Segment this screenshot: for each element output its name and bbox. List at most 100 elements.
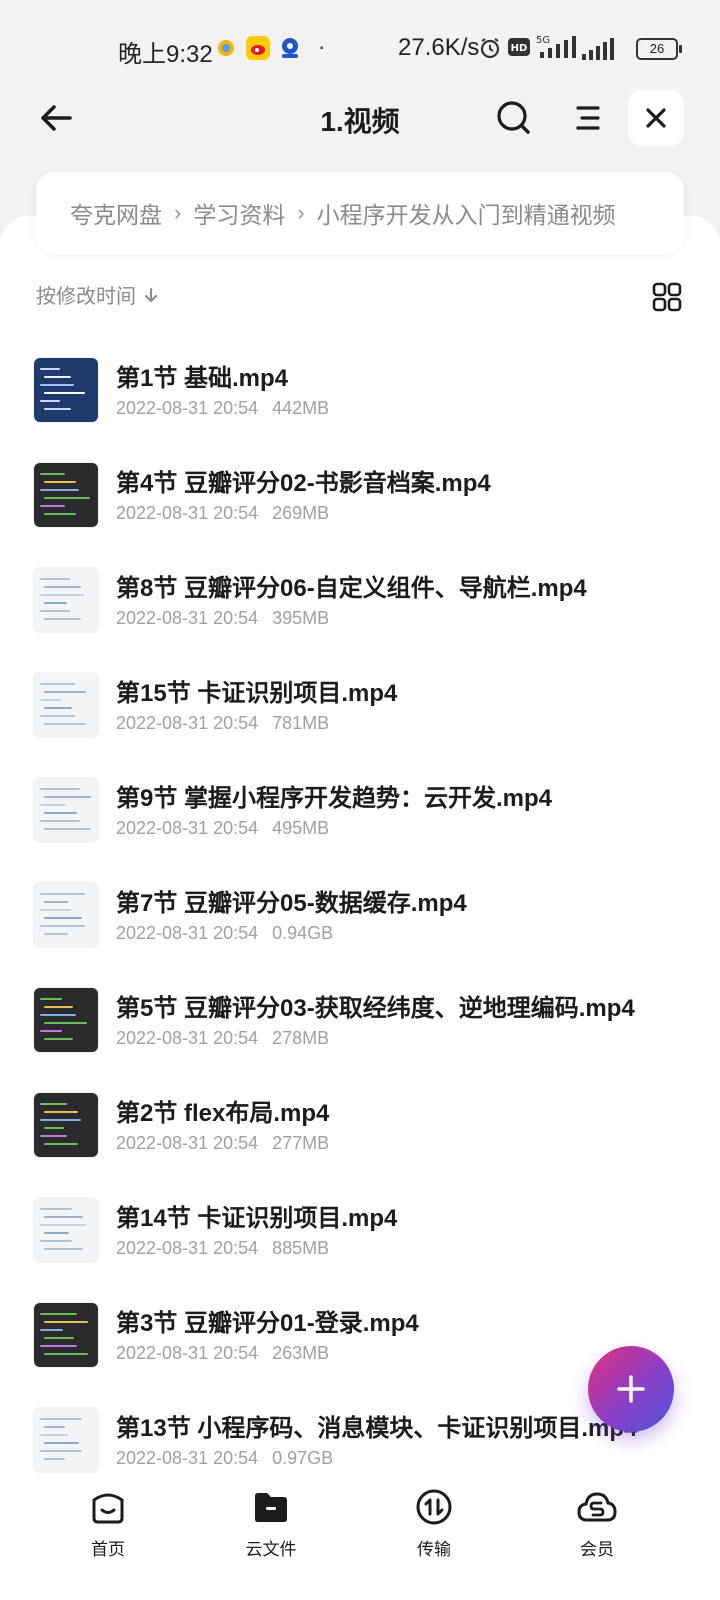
file-name: 第5节 豆瓣评分03-获取经纬度、逆地理编码.mp4: [116, 995, 635, 1022]
bottom-navigation: 首页 云文件 传输 会员: [0, 1478, 720, 1600]
file-date: 2022-08-31 20:54: [116, 713, 259, 733]
nav-vip[interactable]: 会员: [547, 1488, 647, 1560]
file-size: 269MB: [272, 503, 330, 523]
nav-cloud-files[interactable]: 云文件: [221, 1488, 321, 1560]
thumbnail-line: [44, 691, 86, 693]
thumbnail-line: [44, 1216, 83, 1218]
sort-control[interactable]: 按修改时间: [36, 280, 160, 309]
file-size: 395MB: [272, 608, 330, 628]
file-list: 第1节 基础.mp4 2022-08-31 20:54 442MB 第4节 豆瓣评分0…: [0, 354, 720, 1509]
thumbnail-line: [40, 1450, 82, 1452]
police-app-icon: [278, 36, 302, 60]
thumbnail-line: [40, 384, 74, 386]
thumbnail-line: [44, 497, 90, 499]
thumbnail-line: [44, 376, 71, 378]
thumbnail-line: [44, 1127, 64, 1129]
menu-button[interactable]: [568, 98, 608, 138]
app-notification-icon: [214, 36, 238, 60]
thumbnail-line: [44, 917, 82, 919]
status-more-dot: ·: [318, 34, 326, 59]
file-date: 2022-08-31 20:54: [116, 923, 259, 943]
grid-view-button[interactable]: [652, 282, 682, 312]
thumbnail-line: [40, 820, 80, 822]
plus-icon: [617, 1375, 645, 1403]
file-date: 2022-08-31 20:54: [116, 503, 259, 523]
file-name: 第8节 豆瓣评分06-自定义组件、导航栏.mp4: [116, 575, 587, 602]
thumbnail-line: [44, 1232, 69, 1234]
thumbnail-line: [44, 602, 67, 604]
breadcrumb-item-study[interactable]: 学习资料: [193, 196, 285, 230]
video-thumbnail: [34, 1198, 98, 1262]
nav-transfer[interactable]: 传输: [384, 1488, 484, 1560]
thumbnail-line: [40, 1418, 82, 1420]
file-meta: 2022-08-31 20:54 495MB: [116, 818, 329, 839]
thumbnail-line: [44, 1022, 87, 1024]
file-size: 0.94GB: [272, 923, 334, 943]
thumbnail-line: [40, 1240, 72, 1242]
file-size: 442MB: [272, 398, 330, 418]
chevron-right-icon: ›: [297, 200, 305, 225]
search-button[interactable]: [492, 96, 536, 140]
thumbnail-line: [40, 1434, 68, 1436]
file-list-item[interactable]: 第1节 基础.mp4 2022-08-31 20:54 442MB: [0, 354, 720, 459]
nav-home[interactable]: 首页: [58, 1488, 158, 1560]
thumbnail-line: [44, 828, 91, 830]
home-face-icon: [92, 1493, 124, 1524]
thumbnail-line: [44, 1353, 88, 1355]
network-speed: 27.6K/s: [398, 34, 480, 61]
thumbnail-line: [44, 812, 77, 814]
thumbnail-line: [40, 699, 61, 701]
thumbnail-line: [40, 610, 70, 612]
breadcrumb-item-course[interactable]: 小程序开发从入门到精通视频: [317, 196, 616, 230]
thumbnail-line: [40, 715, 75, 717]
close-button[interactable]: [628, 90, 684, 146]
file-list-item[interactable]: 第14节 卡证识别项目.mp4 2022-08-31 20:54 885MB: [0, 1194, 720, 1299]
nav-vip-label: 会员: [580, 1540, 614, 1559]
file-list-item[interactable]: 第9节 掌握小程序开发趋势：云开发.mp4 2022-08-31 20:54 495…: [0, 774, 720, 879]
signal-5g-icon: 5G: [536, 34, 580, 65]
file-date: 2022-08-31 20:54: [116, 608, 259, 628]
thumbnail-line: [44, 586, 81, 588]
thumbnail-line: [44, 408, 71, 410]
file-list-item[interactable]: 第15节 卡证识别项目.mp4 2022-08-31 20:54 781MB: [0, 669, 720, 774]
file-list-item[interactable]: 第7节 豆瓣评分05-数据缓存.mp4 2022-08-31 20:54 0.94G…: [0, 879, 720, 984]
thumbnail-line: [44, 723, 86, 725]
thumbnail-line: [44, 1248, 83, 1250]
thumbnail-line: [44, 1426, 65, 1428]
breadcrumb-item-root[interactable]: 夸克网盘: [70, 196, 162, 230]
video-thumbnail: [34, 883, 98, 947]
thumbnail-line: [40, 400, 60, 402]
thumbnail-line: [40, 1135, 67, 1137]
thumbnail-line: [40, 1345, 77, 1347]
header: 1.视频: [0, 90, 720, 150]
status-time: 晚上9:32: [118, 41, 213, 68]
thumbnail-line: [40, 1313, 77, 1315]
add-button[interactable]: [588, 1346, 674, 1432]
thumbnail-line: [44, 513, 76, 515]
file-meta: 2022-08-31 20:54 395MB: [116, 608, 329, 629]
signal-icon: [582, 38, 614, 65]
file-list-item[interactable]: 第5节 豆瓣评分03-获取经纬度、逆地理编码.mp4 2022-08-31 20:…: [0, 984, 720, 1089]
status-bar: 晚上9:32 · 27.6K/s HD 5G 26: [0, 0, 720, 96]
video-thumbnail: [34, 358, 98, 422]
file-date: 2022-08-31 20:54: [116, 1133, 259, 1153]
thumbnail-line: [40, 788, 80, 790]
video-thumbnail: [34, 1303, 98, 1367]
file-date: 2022-08-31 20:54: [116, 1028, 259, 1048]
thumbnail-line: [44, 1337, 74, 1339]
file-date: 2022-08-31 20:54: [116, 1343, 259, 1363]
video-thumbnail: [34, 568, 98, 632]
file-list-item[interactable]: 第2节 flex布局.mp4 2022-08-31 20:54 277MB: [0, 1089, 720, 1194]
file-date: 2022-08-31 20:54: [116, 398, 259, 418]
file-meta: 2022-08-31 20:54 885MB: [116, 1238, 329, 1259]
video-thumbnail: [34, 463, 98, 527]
thumbnail-line: [44, 1143, 78, 1145]
thumbnail-line: [40, 594, 84, 596]
file-size: 495MB: [272, 818, 330, 838]
file-list-item[interactable]: 第8节 豆瓣评分06-自定义组件、导航栏.mp4 2022-08-31 20:54…: [0, 564, 720, 669]
grid-view-icon: [652, 282, 682, 312]
thumbnail-line: [44, 1321, 88, 1323]
file-name: 第14节 卡证识别项目.mp4: [116, 1205, 398, 1232]
file-meta: 2022-08-31 20:54 0.97GB: [116, 1448, 333, 1469]
file-list-item[interactable]: 第4节 豆瓣评分02-书影音档案.mp4 2022-08-31 20:54 269M…: [0, 459, 720, 564]
